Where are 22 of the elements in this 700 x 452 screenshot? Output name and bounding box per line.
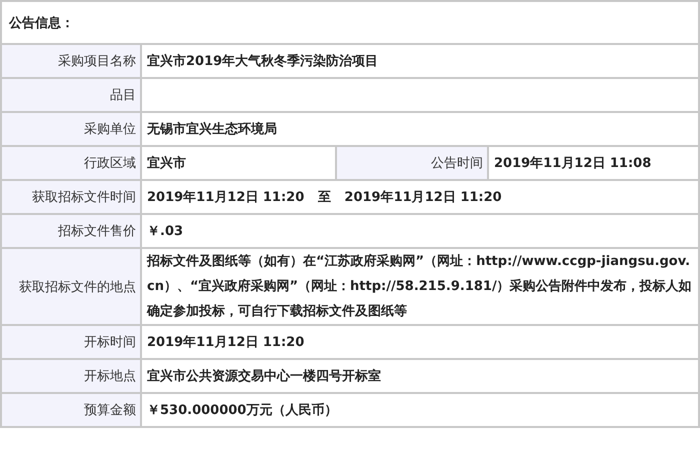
field-label: 开标时间 <box>1 325 141 359</box>
field-value: 2019年11月12日 11:20 至 2019年11月12日 11:20 <box>141 180 699 214</box>
field-value: ￥.03 <box>141 214 699 248</box>
field-value: 招标文件及图纸等（如有）在“江苏政府采购网”（网址：http://www.ccgp-jiangsu.gov.cn）、“宜兴政府采购网”（网址：http://58.215.9.181/）采购公告附件中发布，投标人如确定参加投标，可自行下载招标文件及图纸等 <box>141 248 699 325</box>
field-label: 开标地点 <box>1 359 141 393</box>
field-label: 获取招标文件的地点 <box>1 248 141 325</box>
field-label: 行政区域 <box>1 146 141 180</box>
field-label: 招标文件售价 <box>1 214 141 248</box>
field-label: 获取招标文件时间 <box>1 180 141 214</box>
field-value: 宜兴市2019年大气秋冬季污染防治项目 <box>141 44 699 78</box>
field-value: 无锡市宜兴生态环境局 <box>141 112 699 146</box>
field-value: 2019年11月12日 11:08 <box>488 146 699 180</box>
field-label: 公告时间 <box>336 146 488 180</box>
field-label: 采购项目名称 <box>1 44 141 78</box>
section-title: 公告信息： <box>9 16 74 30</box>
field-value: 2019年11月12日 11:20 <box>141 325 699 359</box>
field-value: 宜兴市公共资源交易中心一楼四号开标室 <box>141 359 699 393</box>
field-label: 品目 <box>1 78 141 112</box>
field-value: ￥530.000000万元（人民币） <box>141 393 699 427</box>
field-label: 预算金额 <box>1 393 141 427</box>
field-label: 采购单位 <box>1 112 141 146</box>
field-value: 宜兴市 <box>141 146 336 180</box>
